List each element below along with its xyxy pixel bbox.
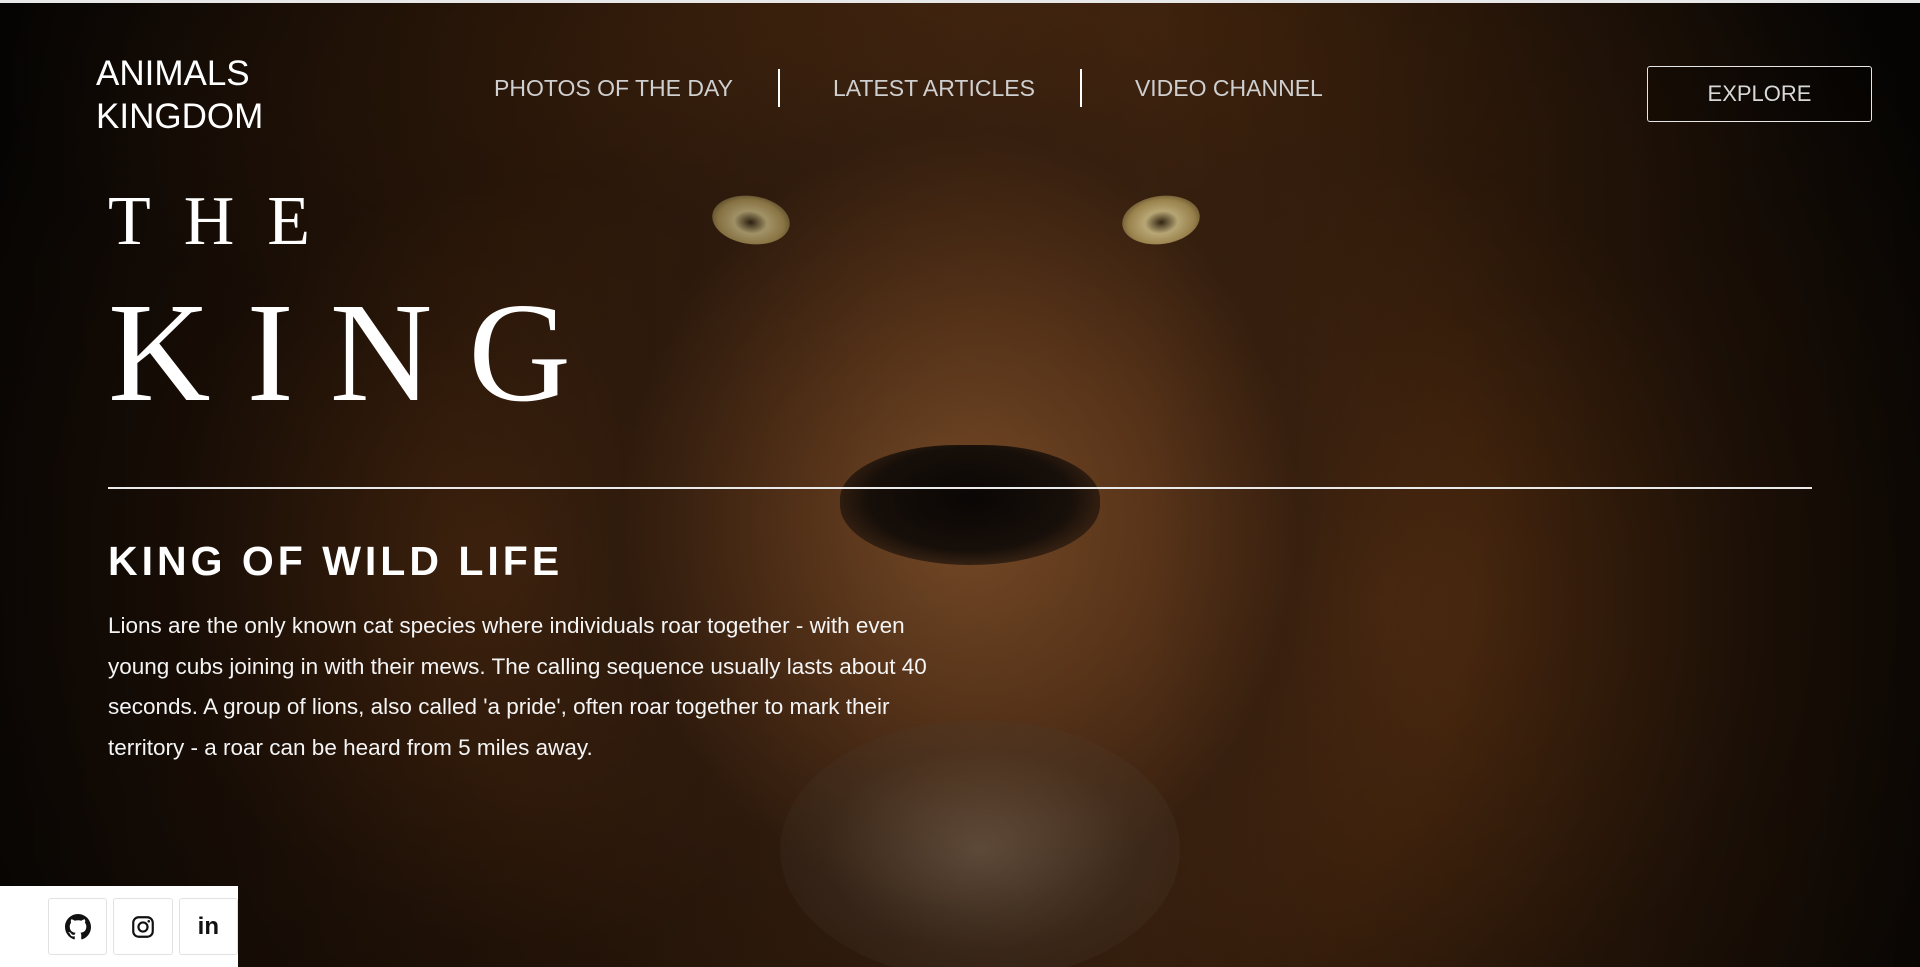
nav-latest-articles[interactable]: LATEST ARTICLES xyxy=(833,75,1035,102)
instagram-button[interactable] xyxy=(113,898,173,955)
nav-video-channel[interactable]: VIDEO CHANNEL xyxy=(1135,75,1323,102)
hero-background xyxy=(0,0,1920,967)
hero-description: Lions are the only known cat species whe… xyxy=(108,613,927,760)
explore-button[interactable]: EXPLORE xyxy=(1647,66,1872,122)
linkedin-button[interactable]: in xyxy=(178,898,238,955)
social-links-bar: in xyxy=(0,886,238,967)
hero-divider xyxy=(108,487,1812,489)
top-border xyxy=(0,0,1920,3)
main-nav: PHOTOS OF THE DAY LATEST ARTICLES VIDEO … xyxy=(494,69,1323,107)
brand-line-1: ANIMALS xyxy=(96,54,250,93)
hero-subtitle: KING OF WILD LIFE xyxy=(108,538,564,584)
github-icon xyxy=(64,913,91,939)
linkedin-icon: in xyxy=(197,912,219,940)
brand-logo[interactable]: ANIMALS KINGDOM xyxy=(96,52,296,138)
nav-divider xyxy=(777,69,780,107)
brand-line-2: KINGDOM xyxy=(96,97,264,136)
nav-photos-of-the-day[interactable]: PHOTOS OF THE DAY xyxy=(494,75,733,102)
github-button[interactable] xyxy=(48,898,108,955)
nav-divider xyxy=(1079,69,1082,107)
hero-overlay xyxy=(0,0,1920,967)
hero-title-king: KING xyxy=(108,273,607,431)
instagram-icon xyxy=(132,915,154,938)
hero-title-the: THE xyxy=(108,183,344,260)
